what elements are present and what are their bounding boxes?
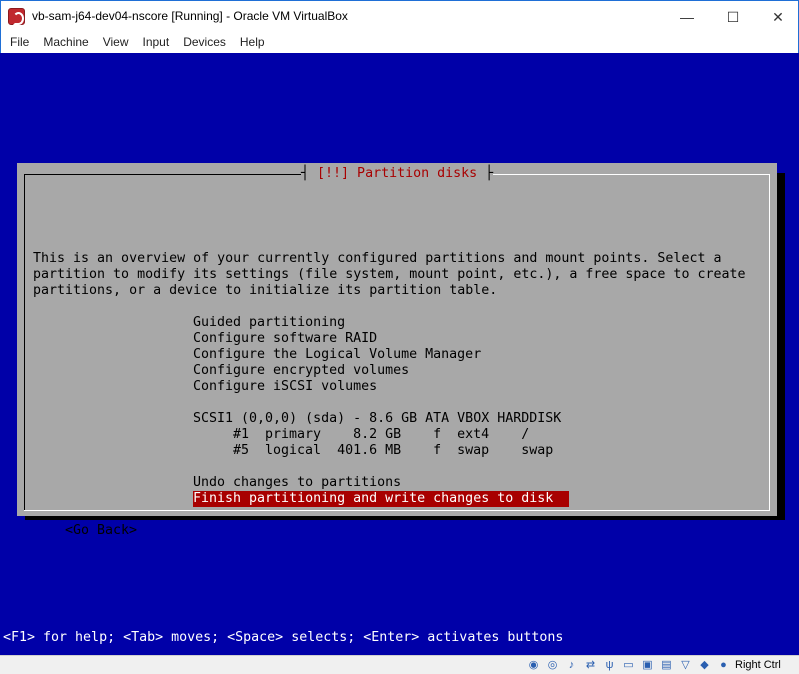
frame-line <box>769 174 770 510</box>
host-key-indicator: Right Ctrl <box>735 659 781 671</box>
mouse-integration-icon[interactable]: ● <box>716 658 731 673</box>
window-title: vb-sam-j64-dev04-nscore [Running] - Orac… <box>32 9 348 23</box>
option-guided-partitioning[interactable]: Guided partitioning <box>193 315 345 331</box>
finish-partitioning-option[interactable]: Finish partitioning and write changes to… <box>193 491 569 507</box>
shared-folder-icon[interactable]: ▭ <box>621 658 636 673</box>
harddisk-icon[interactable]: ◉ <box>526 658 541 673</box>
menu-bar: File Machine View Input Devices Help <box>0 32 799 53</box>
menu-file[interactable]: File <box>5 32 34 53</box>
audio-icon[interactable]: ♪ <box>564 658 579 673</box>
partition-entry[interactable]: #1 primary 8.2 GB f ext4 / <box>233 427 529 443</box>
option-encrypted-volumes[interactable]: Configure encrypted volumes <box>193 363 409 379</box>
menu-machine[interactable]: Machine <box>38 32 93 53</box>
network-icon[interactable]: ⇄ <box>583 658 598 673</box>
intro-line: partitions, or a device to initialize it… <box>33 283 498 298</box>
menu-devices[interactable]: Devices <box>178 32 231 53</box>
go-back-button[interactable]: <Go Back> <box>65 523 137 539</box>
screen-icon[interactable]: ▤ <box>659 658 674 673</box>
vm-status-bar: ◉ ◎ ♪ ⇄ ψ ▭ ▣ ▤ ▽ ◆ ● Right Ctrl <box>0 655 799 674</box>
partition-disks-dialog: ┤ [!!] Partition disks ├ This is an over… <box>17 163 777 538</box>
title-bracket-right: ├ <box>485 166 494 181</box>
optical-disc-icon[interactable]: ◎ <box>545 658 560 673</box>
disk-entry[interactable]: SCSI1 (0,0,0) (sda) - 8.6 GB ATA VBOX HA… <box>193 411 561 427</box>
frame-line <box>24 174 301 175</box>
intro-line: This is an overview of your currently co… <box>33 251 722 266</box>
display-icon[interactable]: ▣ <box>640 658 655 673</box>
option-software-raid[interactable]: Configure software RAID <box>193 331 377 347</box>
menu-help[interactable]: Help <box>235 32 270 53</box>
help-line: <F1> for help; <Tab> moves; <Space> sele… <box>3 630 564 645</box>
title-bracket-left: ┤ <box>301 166 310 181</box>
video-capture-icon[interactable]: ▽ <box>678 658 693 673</box>
vm-display[interactable]: ┤ [!!] Partition disks ├ This is an over… <box>0 53 799 655</box>
menu-view[interactable]: View <box>98 32 134 53</box>
usb-icon[interactable]: ψ <box>602 658 617 673</box>
dialog-title-text: [!!] Partition disks <box>317 166 478 181</box>
title-bar: vb-sam-j64-dev04-nscore [Running] - Orac… <box>0 0 799 32</box>
close-button[interactable]: ✕ <box>755 1 799 33</box>
virtualbox-app-icon[interactable] <box>8 8 25 25</box>
option-lvm[interactable]: Configure the Logical Volume Manager <box>193 347 481 363</box>
maximize-button[interactable]: ☐ <box>710 1 756 33</box>
undo-changes-option[interactable]: Undo changes to partitions <box>193 475 401 491</box>
frame-line <box>24 174 25 510</box>
cpu-icon[interactable]: ◆ <box>697 658 712 673</box>
partition-entry[interactable]: #5 logical 401.6 MB f swap swap <box>233 443 553 459</box>
menu-input[interactable]: Input <box>138 32 175 53</box>
frame-line <box>24 510 770 511</box>
dialog-title: ┤ [!!] Partition disks ├ <box>301 165 494 183</box>
intro-line: partition to modify its settings (file s… <box>33 267 746 282</box>
option-iscsi-volumes[interactable]: Configure iSCSI volumes <box>193 379 377 395</box>
minimize-button[interactable]: — <box>664 1 710 33</box>
frame-line <box>487 174 770 175</box>
